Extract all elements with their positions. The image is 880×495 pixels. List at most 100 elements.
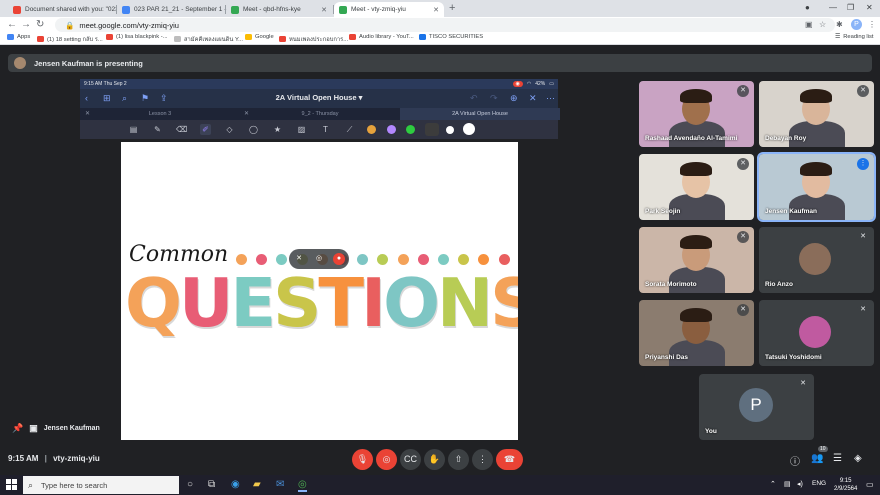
shapes-icon[interactable]: ◇: [224, 124, 235, 135]
extensions-icon[interactable]: ✱: [836, 20, 843, 29]
image-icon[interactable]: ▨: [296, 124, 307, 135]
windows-start-icon[interactable]: [6, 479, 17, 490]
stop-presenting-icon[interactable]: ●: [333, 253, 345, 265]
chat-icon[interactable]: ☰: [833, 453, 842, 464]
raise-hand-button[interactable]: ✋: [424, 449, 445, 470]
bookmark-item[interactable]: สามัคคีเพลงแผนดิน Y...: [174, 34, 243, 44]
meeting-code: vty-zmiq-yiu: [53, 454, 100, 463]
taskbar-clock[interactable]: 9:15 2/9/2564: [834, 477, 857, 493]
bookmark-star-icon[interactable]: ☆: [819, 20, 826, 29]
eraser-icon[interactable]: ⌫: [176, 124, 187, 135]
close-tab-icon[interactable]: ✕: [85, 110, 90, 117]
mail-icon[interactable]: ✉: [276, 479, 284, 490]
participant-name: Jensen Kaufman: [765, 208, 818, 215]
language-indicator[interactable]: ENG: [812, 480, 826, 487]
reload-icon[interactable]: ↻: [36, 19, 44, 30]
pen-icon[interactable]: ✎: [152, 124, 163, 135]
more-options-button[interactable]: ⋮: [472, 449, 493, 470]
bookmark-item[interactable]: หนมเพลงประกอบการ...: [279, 34, 348, 44]
notifications-icon[interactable]: ▭: [866, 480, 874, 489]
task-view-icon[interactable]: ⧉: [208, 479, 215, 490]
edge-icon[interactable]: ◉: [231, 479, 240, 490]
browser-tab[interactable]: Document shared with you: "023 P Document…: [8, 2, 116, 17]
activities-icon[interactable]: ◈: [854, 453, 862, 464]
bookmark-item[interactable]: Audio library - YouT...: [349, 34, 414, 40]
taskbar-search-box[interactable]: ⌕ Type here to search: [23, 476, 179, 494]
pen-color-orange[interactable]: [367, 125, 376, 134]
pen-size-small[interactable]: [446, 126, 454, 134]
forward-icon[interactable]: →: [21, 19, 31, 30]
file-explorer-icon[interactable]: ▰: [253, 479, 261, 490]
maximize-button[interactable]: ❐: [847, 3, 854, 12]
chrome-icon[interactable]: ◎: [298, 479, 307, 492]
volume-icon[interactable]: ◂): [797, 480, 803, 488]
browser-menu-icon[interactable]: ⋮: [868, 20, 876, 29]
browser-tab[interactable]: Meet - vty-zmiq-yiu Meet - vty-zmiq-yiu ✕: [334, 2, 444, 17]
bookmark-item[interactable]: TISCO SECURITIES: [419, 34, 483, 40]
lasso-icon[interactable]: ◯: [248, 124, 259, 135]
participant-tile[interactable]: ✕ Debayan Roy: [759, 81, 874, 147]
participant-tile[interactable]: ✕ Rio Anzo: [759, 227, 874, 293]
leave-call-button[interactable]: ☎: [496, 449, 523, 470]
close-doc-icon[interactable]: ✕: [529, 93, 537, 104]
bookmark-item[interactable]: (1) 18 setting กลับ ร...: [37, 34, 103, 44]
tray-chevron-icon[interactable]: ⌃: [770, 480, 776, 488]
captions-button[interactable]: CC: [400, 449, 421, 470]
doc-tab-lesson[interactable]: Lesson 3: [95, 108, 225, 120]
camera-icon[interactable]: ▣: [805, 20, 813, 29]
doc-tab-thursday[interactable]: 9_2 - Thursday: [255, 108, 385, 120]
slide-canvas: Common QUESTIONS ✕ ◎ ●: [121, 142, 518, 440]
document-title[interactable]: 2A Virtual Open House ▾: [80, 93, 558, 102]
url-input[interactable]: 🔒 meet.google.com/vty-zmiq-yiu: [55, 18, 835, 32]
meeting-details-icon[interactable]: ⓘ: [790, 453, 800, 468]
mic-off-icon[interactable]: ✕: [293, 253, 305, 265]
battery-text: 42%: [535, 81, 546, 87]
more-icon[interactable]: ⋯: [546, 93, 555, 104]
highlighter-icon[interactable]: ✐: [200, 124, 211, 135]
participant-tile[interactable]: ✕ Tatsuki Yoshidomi: [759, 300, 874, 366]
participant-tile[interactable]: ✕ Park Seojin: [639, 154, 754, 220]
back-icon[interactable]: ←: [7, 19, 17, 30]
close-tab-icon[interactable]: ✕: [244, 110, 249, 117]
redo-icon[interactable]: ↷: [490, 93, 498, 104]
profile-avatar[interactable]: P: [851, 19, 862, 30]
bookmark-item[interactable]: (1) lisa blackpink -...: [106, 34, 168, 40]
close-tab-icon[interactable]: ✕: [429, 6, 439, 14]
tab-search-icon[interactable]: ●: [805, 3, 810, 12]
reading-list-button[interactable]: ☰ Reading list: [835, 34, 874, 40]
browser-tab[interactable]: Meet - qbd-hfns-kye Meet - qbd-hfns-kye ✕: [226, 2, 332, 17]
pin-icon[interactable]: 📌: [12, 423, 23, 434]
close-tab-icon[interactable]: ✕: [317, 6, 327, 14]
camera-toggle-button[interactable]: ◎: [376, 449, 397, 470]
self-tile[interactable]: ✕ P You: [699, 374, 814, 440]
participant-tile[interactable]: ✕ Sorata Morimoto: [639, 227, 754, 293]
new-tab-button[interactable]: +: [449, 2, 455, 14]
browser-tab[interactable]: 023 PAR 21_21 - September 1 - V 023 PAR 2…: [117, 2, 227, 17]
bookmark-item[interactable]: Apps: [7, 34, 30, 40]
minimize-button[interactable]: —: [829, 3, 837, 12]
bookmark-favicon-icon: [37, 36, 44, 42]
doc-tab-open-house[interactable]: 2A Virtual Open House: [400, 108, 560, 120]
text-icon[interactable]: T: [320, 124, 331, 135]
close-window-button[interactable]: ✕: [866, 3, 873, 12]
sticker-icon[interactable]: ★: [272, 124, 283, 135]
undo-icon[interactable]: ↶: [470, 93, 478, 104]
pen-color-purple[interactable]: [387, 125, 396, 134]
laser-pointer-icon[interactable]: ⟋: [344, 124, 355, 135]
present-now-button[interactable]: ⇧: [448, 449, 469, 470]
pen-size-large[interactable]: [463, 123, 475, 135]
bookmark-item[interactable]: Google: [245, 34, 274, 40]
participant-tile[interactable]: ✕ Priyanshi Das: [639, 300, 754, 366]
cortana-icon[interactable]: ○: [187, 479, 193, 490]
network-icon[interactable]: ▤: [784, 480, 791, 488]
add-page-icon[interactable]: ⊕: [510, 93, 518, 104]
mic-toggle-button[interactable]: 🎙: [352, 449, 373, 470]
people-icon[interactable]: 👥: [811, 453, 823, 464]
pen-color-green[interactable]: [406, 125, 415, 134]
reader-icon[interactable]: ▤: [128, 124, 139, 135]
pen-color-dark[interactable]: [425, 123, 439, 136]
camera-off-icon[interactable]: ◎: [313, 253, 325, 265]
participant-tile[interactable]: ⋮ Jensen Kaufman: [757, 152, 876, 222]
participant-tile[interactable]: ✕ Rashaad Avendaño Al-Tamimi: [639, 81, 754, 147]
bookmark-label: หนมเพลงประกอบการ...: [289, 37, 349, 43]
